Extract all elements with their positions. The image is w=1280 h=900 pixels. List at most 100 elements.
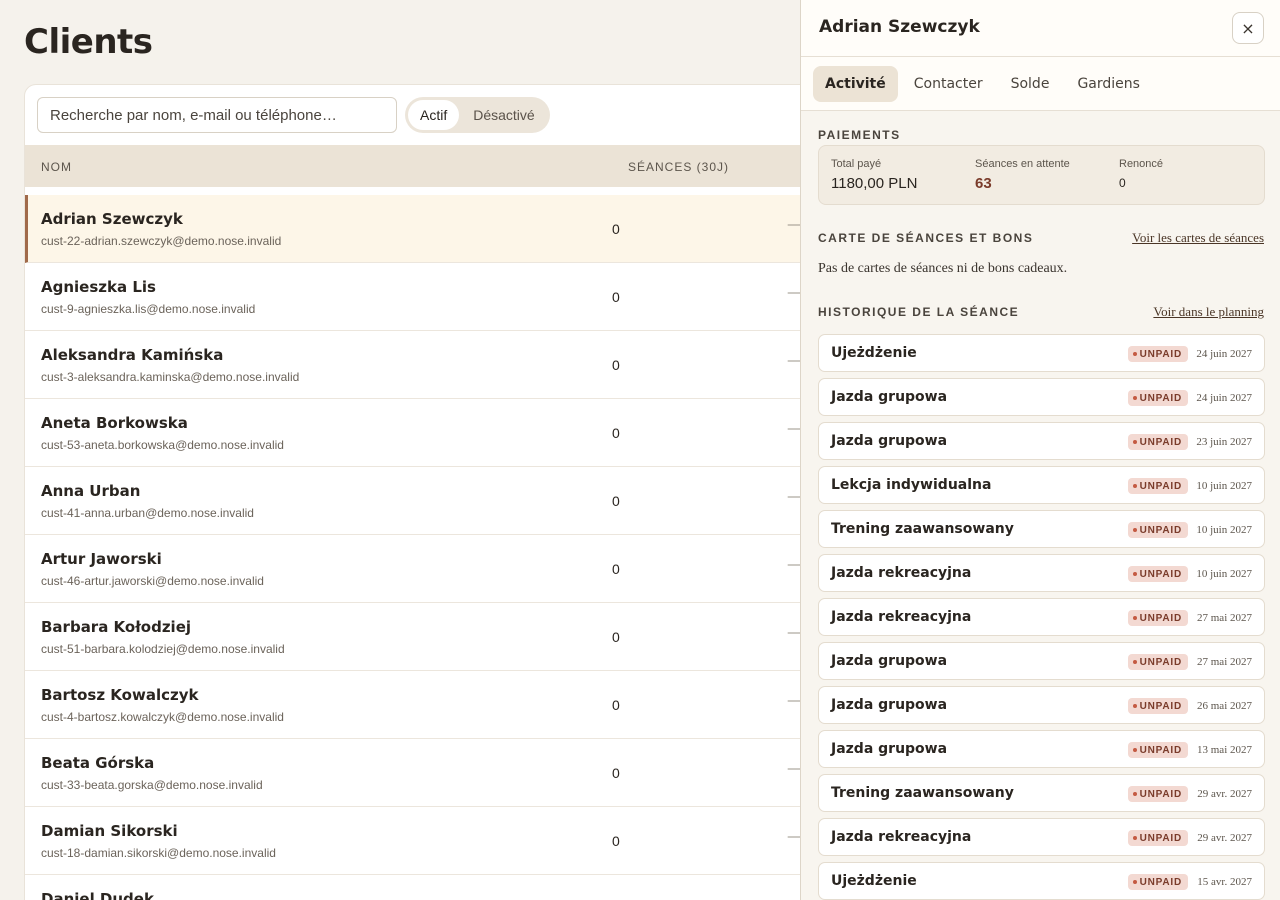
pending-sessions-stat: Séances en attente 63	[975, 158, 1070, 192]
client-sessions: 0	[612, 697, 620, 713]
client-name: Beata Górska	[41, 754, 155, 772]
total-paid-value: 1180,00 PLN	[831, 175, 918, 192]
pending-sessions-value: 63	[975, 175, 992, 192]
list-item[interactable]: Lekcja indywidualna UNPAID 10 juin 2027	[818, 466, 1265, 504]
status-badge: UNPAID	[1127, 742, 1188, 758]
list-item[interactable]: Jazda rekreacyjna UNPAID 29 avr. 2027	[818, 818, 1265, 856]
list-item[interactable]: Trening zaawansowany UNPAID 29 avr. 2027	[818, 774, 1265, 812]
payments-summary: Total payé 1180,00 PLN Séances en attent…	[818, 145, 1265, 205]
table-row[interactable]: Daniel Dudek	[25, 875, 823, 900]
session-title: Trening zaawansowany	[831, 521, 1014, 537]
close-button[interactable]: ×	[1232, 12, 1264, 44]
session-date: 29 avr. 2027	[1197, 788, 1252, 800]
client-name: Damian Sikorski	[41, 822, 178, 840]
session-date: 23 juin 2027	[1196, 436, 1252, 448]
tab-guardians[interactable]: Gardiens	[1065, 66, 1152, 102]
filter-inactive-button[interactable]: Désactivé	[461, 100, 546, 130]
page-title: Clients	[24, 22, 153, 62]
session-title: Jazda grupowa	[831, 741, 948, 757]
status-badge: UNPAID	[1127, 522, 1188, 538]
session-date: 24 juin 2027	[1196, 392, 1252, 404]
status-badge: UNPAID	[1127, 654, 1188, 670]
client-detail-panel: Adrian Szewczyk × Activité Contacter Sol…	[800, 0, 1280, 900]
total-paid-label: Total payé	[831, 158, 882, 170]
client-extra: —	[787, 421, 801, 437]
table-row[interactable]: Beata Górska cust-33-beata.gorska@demo.n…	[25, 739, 823, 807]
session-date: 10 juin 2027	[1196, 568, 1252, 580]
list-item[interactable]: Jazda rekreacyjna UNPAID 10 juin 2027	[818, 554, 1265, 592]
session-date: 10 juin 2027	[1196, 524, 1252, 536]
waived-label: Renoncé	[1119, 158, 1164, 170]
session-title: Trening zaawansowany	[831, 785, 1014, 801]
pending-sessions-label: Séances en attente	[975, 158, 1070, 170]
tab-contact[interactable]: Contacter	[902, 66, 995, 102]
view-cards-link[interactable]: Voir les cartes de séances	[1132, 230, 1264, 246]
status-badge: UNPAID	[1127, 698, 1188, 714]
client-extra: —	[787, 761, 801, 777]
close-icon: ×	[1241, 18, 1255, 38]
table-row[interactable]: Damian Sikorski cust-18-damian.sikorski@…	[25, 807, 823, 875]
search-input[interactable]	[37, 97, 397, 133]
view-schedule-link[interactable]: Voir dans le planning	[1153, 304, 1264, 320]
panel-header: Adrian Szewczyk ×	[801, 0, 1280, 57]
client-name: Adrian Szewczyk	[41, 210, 183, 228]
table-header: NOM SÉANCES (30J)	[25, 145, 823, 187]
tab-activity[interactable]: Activité	[813, 65, 898, 102]
client-sessions: 0	[612, 221, 620, 237]
client-name: Aleksandra Kamińska	[41, 346, 224, 364]
client-email: cust-41-anna.urban@demo.nose.invalid	[41, 506, 254, 520]
table-row[interactable]: Artur Jaworski cust-46-artur.jaworski@de…	[25, 535, 823, 603]
list-item[interactable]: Jazda rekreacyjna UNPAID 27 mai 2027	[818, 598, 1265, 636]
session-date: 29 avr. 2027	[1197, 832, 1252, 844]
status-badge: UNPAID	[1127, 786, 1188, 802]
panel-tabs: Activité Contacter Solde Gardiens	[801, 57, 1280, 111]
client-email: cust-18-damian.sikorski@demo.nose.invali…	[41, 846, 276, 860]
dot-icon	[1132, 572, 1137, 576]
filter-active-button[interactable]: Actif	[408, 100, 460, 130]
waived-stat: Renoncé 0	[1119, 158, 1163, 190]
table-row[interactable]: Agnieszka Lis cust-9-agnieszka.lis@demo.…	[25, 263, 823, 331]
client-list: Adrian Szewczyk cust-22-adrian.szewczyk@…	[25, 195, 823, 900]
table-row[interactable]: Aneta Borkowska cust-53-aneta.borkowska@…	[25, 399, 823, 467]
status-badge: UNPAID	[1127, 478, 1188, 494]
client-sessions: 0	[612, 493, 620, 509]
column-header-name[interactable]: NOM	[41, 160, 72, 174]
client-email: cust-51-barbara.kolodziej@demo.nose.inva…	[41, 642, 285, 656]
client-extra: —	[787, 489, 801, 505]
table-row[interactable]: Anna Urban cust-41-anna.urban@demo.nose.…	[25, 467, 823, 535]
session-date: 24 juin 2027	[1196, 348, 1252, 360]
session-date: 13 mai 2027	[1197, 744, 1252, 756]
table-row[interactable]: Aleksandra Kamińska cust-3-aleksandra.ka…	[25, 331, 823, 399]
list-item[interactable]: Trening zaawansowany UNPAID 10 juin 2027	[818, 510, 1265, 548]
session-date: 26 mai 2027	[1197, 700, 1252, 712]
table-row[interactable]: Adrian Szewczyk cust-22-adrian.szewczyk@…	[25, 195, 823, 263]
list-item[interactable]: Ujeżdżenie UNPAID 15 avr. 2027	[818, 862, 1265, 900]
client-sessions: 0	[612, 357, 620, 373]
dot-icon	[1132, 836, 1137, 840]
list-item[interactable]: Jazda grupowa UNPAID 24 juin 2027	[818, 378, 1265, 416]
client-sessions: 0	[612, 765, 620, 781]
dot-icon	[1132, 484, 1137, 488]
list-item[interactable]: Jazda grupowa UNPAID 27 mai 2027	[818, 642, 1265, 680]
list-item[interactable]: Jazda grupowa UNPAID 23 juin 2027	[818, 422, 1265, 460]
client-sessions: 0	[612, 289, 620, 305]
list-item[interactable]: Jazda grupowa UNPAID 13 mai 2027	[818, 730, 1265, 768]
table-row[interactable]: Bartosz Kowalczyk cust-4-bartosz.kowalcz…	[25, 671, 823, 739]
dot-icon	[1132, 352, 1137, 356]
dot-icon	[1132, 704, 1137, 708]
dot-icon	[1132, 616, 1137, 620]
tab-balance[interactable]: Solde	[999, 66, 1062, 102]
client-email: cust-3-aleksandra.kaminska@demo.nose.inv…	[41, 370, 300, 384]
list-item[interactable]: Jazda grupowa UNPAID 26 mai 2027	[818, 686, 1265, 724]
column-header-sessions[interactable]: SÉANCES (30J)	[628, 160, 729, 174]
toolbar: Actif Désactivé	[25, 85, 823, 145]
client-name: Agnieszka Lis	[41, 278, 156, 296]
client-sessions: 0	[612, 561, 620, 577]
table-row[interactable]: Barbara Kołodziej cust-51-barbara.kolodz…	[25, 603, 823, 671]
list-item[interactable]: Ujeżdżenie UNPAID 24 juin 2027	[818, 334, 1265, 372]
session-title: Ujeżdżenie	[831, 873, 917, 889]
client-name: Artur Jaworski	[41, 550, 162, 568]
dot-icon	[1132, 880, 1137, 884]
cards-empty-message: Pas de cartes de séances ni de bons cade…	[818, 261, 1068, 276]
client-name: Bartosz Kowalczyk	[41, 686, 199, 704]
